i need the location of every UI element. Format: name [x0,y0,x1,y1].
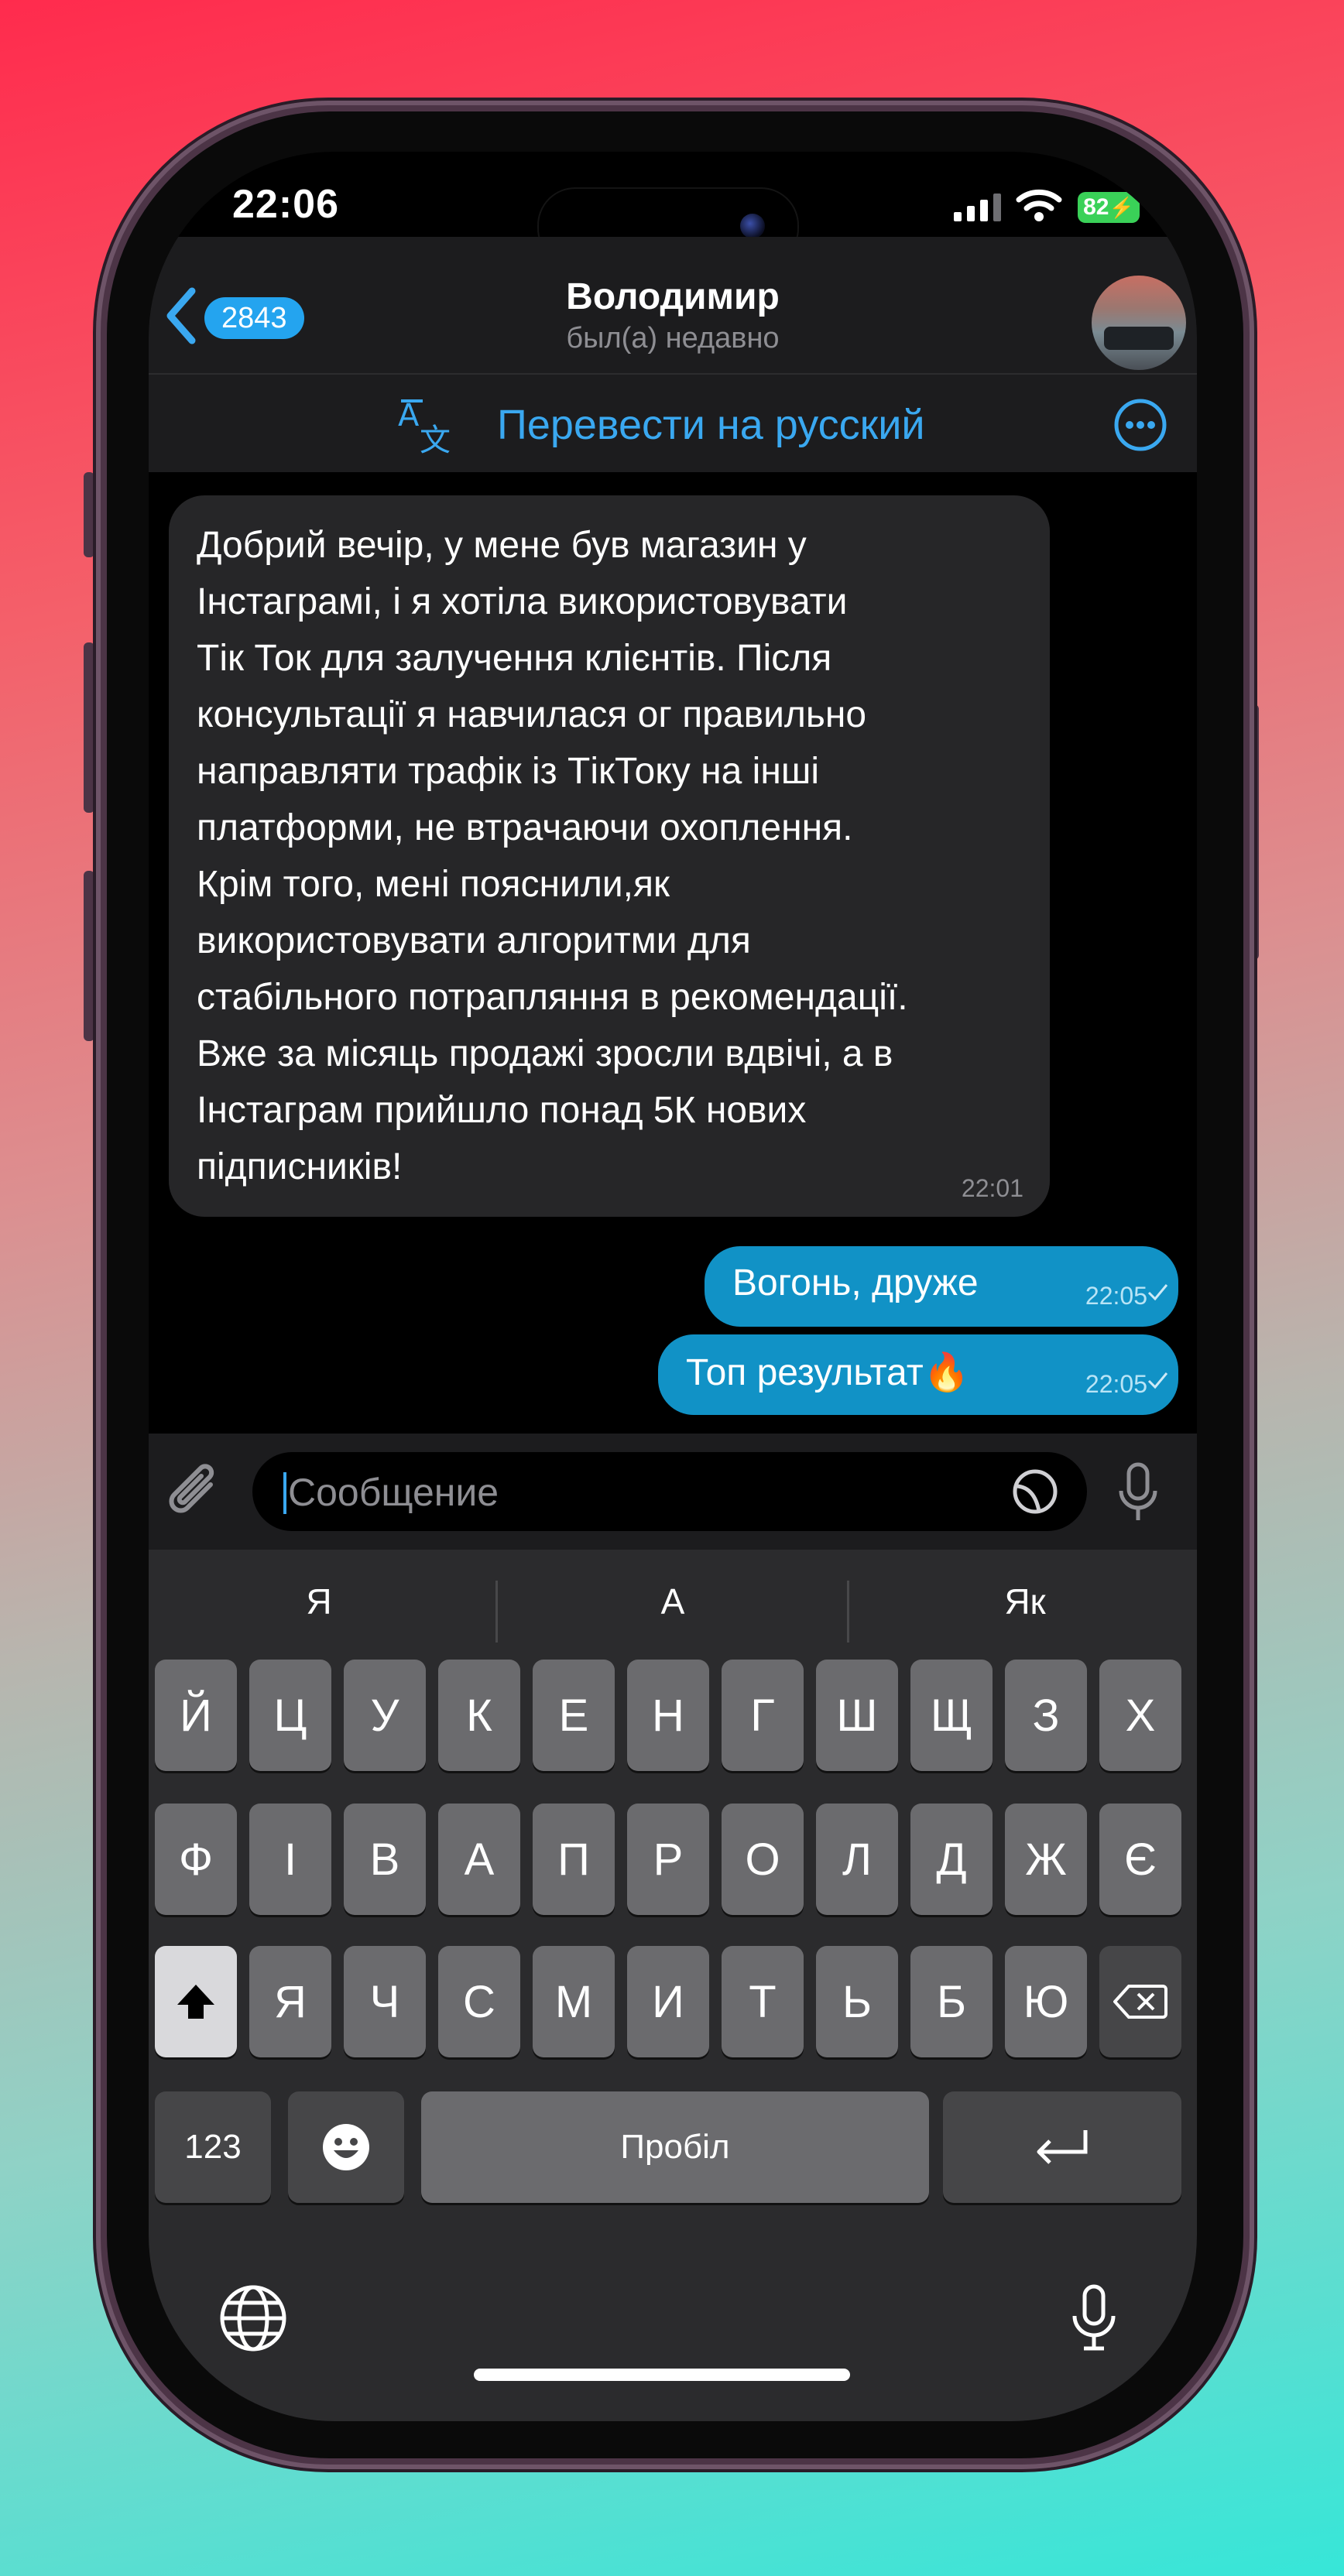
translate-icon: A 文 [398,398,451,457]
action-button [84,472,94,557]
wifi-icon [1016,189,1062,221]
key[interactable]: Т [722,1946,804,2057]
battery-level: 82 [1083,194,1109,220]
suggestion-divider [495,1581,498,1643]
dictation-icon[interactable] [1059,2283,1129,2353]
chat-header: 2843 Володимир был(а) недавно [149,237,1197,373]
chat-title[interactable]: Володимир [149,276,1197,318]
key[interactable]: Є [1099,1804,1181,1915]
message-input-container[interactable] [252,1452,1087,1533]
key[interactable]: В [344,1804,426,1915]
key[interactable]: О [722,1804,804,1915]
message-list[interactable]: Добрий вечір, у мене був магазин у Інста… [149,472,1197,1434]
key[interactable]: А [438,1804,520,1915]
key[interactable]: Д [910,1804,993,1915]
home-indicator[interactable] [474,2369,850,2381]
key[interactable]: Ю [1005,1946,1087,2057]
key[interactable]: Й [155,1660,237,1771]
key[interactable]: К [438,1660,520,1771]
paperclip-icon[interactable] [166,1461,228,1528]
message-composer [149,1434,1197,1550]
backspace-key[interactable] [1099,1946,1181,2057]
translate-button-label[interactable]: Перевести на русский [497,401,925,449]
key[interactable]: Р [627,1804,709,1915]
outgoing-message[interactable]: Вогонь, друже 22:05 [705,1246,1178,1327]
key[interactable]: Ж [1005,1804,1087,1915]
keyboard: Я А Як Й Ц У К Е Н Г Ш Щ З Х Ф І В А П Р… [149,1550,1197,2421]
key[interactable]: Г [722,1660,804,1771]
key[interactable]: Ц [249,1660,331,1771]
sticker-icon[interactable] [1011,1468,1059,1516]
message-input[interactable] [286,1452,986,1533]
key[interactable]: Щ [910,1660,993,1771]
more-icon[interactable] [1113,398,1167,452]
numbers-key[interactable]: 123 [155,2091,271,2203]
avatar[interactable] [1092,276,1186,370]
outgoing-message-text: Топ результат🔥 [686,1352,970,1393]
suggestion-item[interactable]: Як [855,1581,1195,1622]
key[interactable]: И [627,1946,709,2057]
translate-bar[interactable]: A 文 Перевести на русский [149,373,1197,474]
shift-key[interactable] [155,1946,237,2057]
outgoing-message-time: 22:05 [1085,1282,1147,1310]
key[interactable]: У [344,1660,426,1771]
key[interactable]: І [249,1804,331,1915]
return-key[interactable] [943,2091,1181,2203]
suggestion-divider [847,1581,849,1643]
suggestion-item[interactable]: А [502,1581,843,1622]
outgoing-message-text: Вогонь, друже [732,1262,979,1303]
key[interactable]: З [1005,1660,1087,1771]
emoji-key[interactable] [288,2091,404,2203]
key[interactable]: П [533,1804,615,1915]
key[interactable]: Ф [155,1804,237,1915]
volume-down-button [84,871,94,1041]
emoji-icon [323,2124,369,2170]
last-seen-status: был(а) недавно [566,322,780,355]
key[interactable]: Б [910,1946,993,2057]
battery-indicator: 82 ⚡ [1078,192,1140,223]
key[interactable]: М [533,1946,615,2057]
backspace-icon [1113,1985,1167,2019]
key[interactable]: Я [249,1946,331,2057]
shift-icon [177,1985,214,2019]
key[interactable]: Ь [816,1946,898,2057]
key[interactable]: Н [627,1660,709,1771]
suggestion-bar: Я А Як [149,1550,1197,1658]
key[interactable]: Х [1099,1660,1181,1771]
outgoing-message[interactable]: Топ результат🔥 22:05 [658,1334,1178,1415]
avatar-photo-detail [1104,327,1174,350]
key[interactable]: Ч [344,1946,426,2057]
incoming-message-text: Добрий вечір, у мене був магазин у Інста… [197,525,908,1187]
status-time: 22:06 [232,182,339,227]
suggestion-item[interactable]: Я [149,1581,489,1622]
incoming-message-time: 22:01 [961,1174,1023,1202]
key[interactable]: Е [533,1660,615,1771]
space-key[interactable]: Пробіл [421,2091,929,2203]
return-icon [1037,2130,1088,2164]
globe-icon[interactable] [218,2283,288,2353]
phone-screen: 22:06 82 ⚡ 2843 Володимир был(а) недавно … [149,152,1197,2421]
charging-bolt-icon: ⚡ [1109,195,1134,219]
key[interactable]: Ш [816,1660,898,1771]
sent-check-icon [1147,1284,1168,1301]
camera-icon [740,214,765,238]
incoming-message[interactable]: Добрий вечір, у мене був магазин у Інста… [169,495,1050,1217]
svg-text:文: 文 [420,423,451,457]
sent-check-icon [1147,1372,1168,1389]
volume-up-button [84,642,94,813]
cellular-signal-icon [954,194,1001,221]
key[interactable]: Л [816,1804,898,1915]
key[interactable]: С [438,1946,520,2057]
svg-text:A: A [398,398,420,433]
microphone-icon[interactable] [1116,1461,1160,1525]
outgoing-message-time: 22:05 [1085,1370,1147,1398]
